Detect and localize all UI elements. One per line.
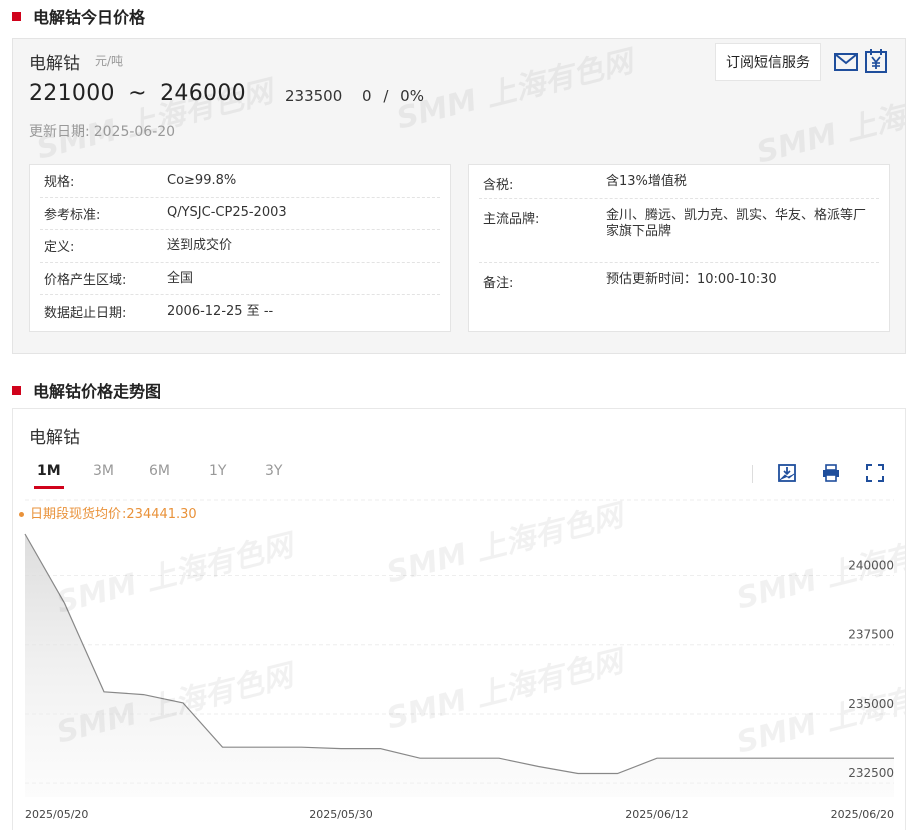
info-table-left: 规格: Co≥99.8% 参考标准: Q/YSJC-CP25-2003 定义: 送到成交价… [29, 164, 451, 332]
data-point [103, 691, 105, 693]
range-tab-3y[interactable]: 3Y [265, 463, 282, 479]
info-key: 规格: [44, 175, 75, 191]
avg-price: 233500 [285, 87, 343, 105]
data-point [577, 772, 579, 774]
data-point [537, 765, 539, 767]
product-name: 电解钴 [29, 54, 80, 74]
data-point [340, 747, 342, 749]
chart-panel: 232500 235000 237500 240000 2025/05/20 2025/0… [12, 408, 906, 830]
update-date-label: 更新日期: [29, 124, 90, 140]
info-key: 参考标准: [44, 207, 101, 223]
x-tick-label: 2025/05/30 [309, 808, 372, 821]
info-row: 价格产生区域: 全国 [40, 263, 440, 296]
change-percent: 0% [400, 87, 424, 105]
price-trend-chart: 232500 235000 237500 240000 2025/05/20 2025/0… [24, 499, 895, 821]
data-point [656, 757, 658, 759]
data-point [182, 702, 184, 704]
info-row: 规格: Co≥99.8% [40, 165, 440, 198]
trend-title: 电解钴价格走势图 [33, 382, 162, 401]
download-image-icon[interactable] [777, 463, 797, 483]
toolbar-divider [752, 465, 753, 483]
data-point [695, 757, 697, 759]
info-key: 含税: [483, 178, 514, 193]
y-tick-label: 235000 [848, 697, 894, 711]
price-high: 246000 [160, 81, 246, 106]
change-value: 0 [362, 87, 372, 105]
legend-dot [19, 512, 24, 517]
data-point [893, 757, 895, 759]
info-value: 金川、腾远、凯力克、凯实、华友、格派等厂家旗下品牌 [606, 208, 867, 239]
info-value: Co≥99.8% [167, 172, 237, 188]
data-point [853, 757, 855, 759]
avg-legend-label: 日期段现货均价 [30, 507, 122, 522]
info-row: 定义: 送到成交价 [40, 230, 440, 263]
info-key: 定义: [44, 240, 75, 256]
range-tab-1m[interactable]: 1M [34, 463, 64, 489]
data-point [221, 746, 223, 748]
info-value: 2006-12-25 至 -- [167, 303, 274, 319]
info-value: 送到成交价 [167, 237, 233, 253]
today-price-title: 电解钴今日价格 [33, 8, 146, 27]
info-value: 全国 [167, 270, 194, 286]
info-value: Q/YSJC-CP25-2003 [167, 205, 287, 221]
data-point [774, 757, 776, 759]
x-tick-label: 2025/06/20 [831, 808, 894, 821]
fullscreen-icon[interactable] [865, 463, 885, 483]
yuan-icon[interactable] [863, 47, 889, 75]
info-value: 预估更新时间：10:00-10:30 [606, 272, 777, 287]
range-tab-1y[interactable]: 1Y [209, 463, 226, 479]
range-tab-3m[interactable]: 3M [93, 463, 114, 479]
data-point [24, 533, 26, 535]
info-row: 备注: 预估更新时间：10:00-10:30 [479, 263, 879, 297]
update-date-value: 2025-06-20 [93, 124, 176, 140]
data-point [261, 746, 263, 748]
watermark: SMM 上海有色网 [393, 44, 637, 137]
avg-legend-value: 234441.30 [126, 507, 197, 522]
x-tick-label: 2025/06/12 [625, 808, 688, 821]
info-row: 主流品牌: 金川、腾远、凯力克、凯实、华友、格派等厂家旗下品牌 [479, 199, 879, 263]
info-row: 数据起止日期: 2006-12-25 至 -- [40, 295, 440, 328]
title-bullet [12, 11, 21, 21]
update-date-row: 更新日期: 2025-06-20 [29, 121, 175, 141]
info-key: 备注: [483, 276, 514, 291]
y-tick-label: 237500 [848, 628, 894, 642]
price-low: 221000 [29, 81, 115, 106]
avg-price-legend: 日期段现货均价:234441.30 [19, 503, 197, 522]
data-point [300, 746, 302, 748]
info-row: 参考标准: Q/YSJC-CP25-2003 [40, 198, 440, 231]
info-key: 价格产生区域: [44, 273, 127, 289]
price-unit: 元/吨 [95, 54, 124, 68]
data-point [458, 757, 460, 759]
info-key: 数据起止日期: [44, 306, 127, 322]
range-tab-6m[interactable]: 6M [149, 463, 170, 479]
change-sep: / [383, 87, 389, 105]
data-point [379, 747, 381, 749]
data-point [63, 602, 65, 604]
watermark: SMM 上海有色网 [753, 78, 906, 171]
data-point [142, 693, 144, 695]
title-bullet [12, 385, 21, 395]
y-tick-label: 240000 [848, 559, 894, 573]
price-range-sep: ~ [128, 81, 147, 106]
data-point [498, 757, 500, 759]
today-price-section-title: 电解钴今日价格 [12, 6, 146, 27]
data-point [616, 772, 618, 774]
info-key: 主流品牌: [483, 212, 540, 227]
data-point [814, 757, 816, 759]
print-icon[interactable] [821, 463, 841, 483]
chart-title: 电解钴 [29, 428, 80, 448]
price-change: 0 / 0% [362, 87, 424, 105]
subscribe-sms-button[interactable]: 订阅短信服务 [715, 43, 821, 81]
price-range: 221000 ~ 246000 [29, 81, 246, 106]
info-value: 含13%增值税 [606, 174, 687, 189]
price-panel: SMM 上海有色网 SMM 上海有色网 SMM 上海有色网 电解钴 元/吨 22… [12, 38, 906, 354]
info-table-right: 含税: 含13%增值税主流品牌: 金川、腾远、凯力克、凯实、华友、格派等厂家旗下品牌… [468, 164, 890, 332]
data-point [419, 757, 421, 759]
info-row: 含税: 含13%增值税 [479, 165, 879, 199]
mail-icon[interactable] [833, 49, 859, 75]
data-point [735, 757, 737, 759]
x-tick-label: 2025/05/20 [25, 808, 88, 821]
trend-section-title: 电解钴价格走势图 [12, 380, 162, 401]
y-tick-label: 232500 [848, 766, 894, 780]
